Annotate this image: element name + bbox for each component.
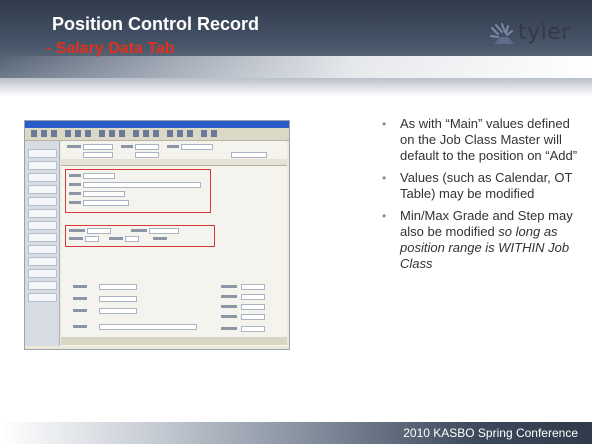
slide-title: Position Control Record (52, 14, 259, 34)
bullet-marker: • (382, 209, 387, 223)
screenshot-tabs (61, 159, 287, 166)
footer-text: 2010 KASBO Spring Conference (403, 426, 578, 440)
screenshot-statusbar (61, 337, 287, 345)
slide: Position Control Record - Salary Data Ta… (0, 0, 592, 444)
bullet-item: • Min/Max Grade and Step may also be mod… (382, 208, 587, 272)
bullet-marker: • (382, 117, 387, 131)
bullet-marker: • (382, 171, 387, 185)
screenshot-sidebar (25, 141, 60, 346)
bullet-item: • As with “Main” values defined on the J… (382, 116, 587, 164)
bullet-text: As with “Main” values defined on the Job… (400, 116, 578, 163)
bullet-item: • Values (such as Calendar, OT Table) ma… (382, 170, 587, 202)
slide-subtitle: - Salary Data Tab (46, 40, 175, 57)
header-underline (0, 78, 592, 96)
bullet-list: • As with “Main” values defined on the J… (382, 116, 587, 278)
tyler-logo: tyler (488, 20, 578, 50)
embedded-screenshot (24, 120, 290, 350)
screenshot-form (61, 141, 287, 346)
tyler-logo-text: tyler (518, 20, 571, 45)
footer-band: 2010 KASBO Spring Conference (0, 422, 592, 444)
bullet-text: Values (such as Calendar, OT Table) may … (400, 170, 573, 201)
screenshot-toolbar (25, 128, 289, 141)
tyler-logo-icon (490, 23, 514, 44)
screenshot-titlebar (25, 121, 289, 128)
